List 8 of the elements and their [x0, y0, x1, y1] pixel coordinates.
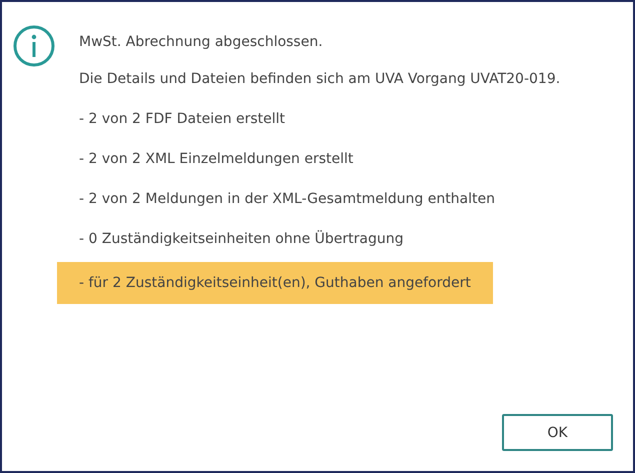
message-line: - 2 von 2 XML Einzelmeldungen erstellt [78, 150, 354, 169]
message-line: - 0 Zuständigkeitseinheiten ohne Übertragung [78, 229, 405, 249]
info-icon [12, 24, 56, 68]
message-line: - 2 von 2 FDF Dateien erstellt [78, 110, 286, 129]
ok-button[interactable]: OK [502, 414, 613, 451]
message-line: - 2 von 2 Meldungen in der XML-Gesamtmeldung enthalten [78, 190, 496, 209]
message-title: MwSt. Abrechnung abgeschlossen. [78, 33, 324, 52]
message-line: Die Details und Dateien befinden sich am UVA Vorgang UVAT20-019. [78, 70, 562, 89]
